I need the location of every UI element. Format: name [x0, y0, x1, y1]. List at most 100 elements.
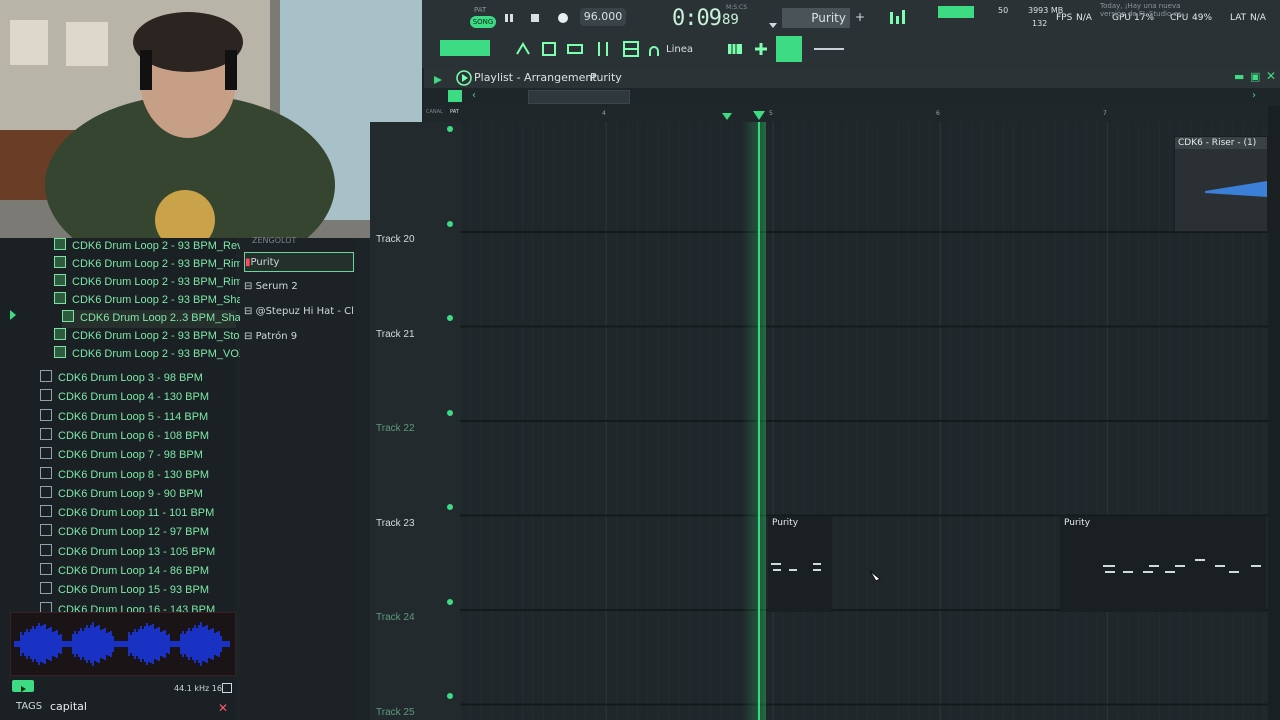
- sample-info-icon[interactable]: [222, 683, 232, 693]
- browser-folder[interactable]: CDK6 Drum Loop 6 - 108 BPM: [40, 427, 210, 446]
- news-line-2[interactable]: versión de FL Studio es...: [1100, 10, 1188, 18]
- track-mute-led[interactable]: [447, 693, 453, 699]
- track-mute-led[interactable]: [447, 126, 453, 132]
- browser-file[interactable]: CDK6 Drum Loop 2 - 93 BPM_Rim 2: [54, 256, 252, 274]
- browser-item-label: CDK6 Drum Loop 8 - 130 BPM: [58, 468, 210, 481]
- track-label[interactable]: Track 22: [376, 423, 415, 434]
- tempo-display[interactable]: 96.000: [580, 8, 626, 26]
- browser-item-label: CDK6 Drum Loop 2 - 93 BPM_Stomp_2: [72, 330, 268, 342]
- stop-button[interactable]: [526, 10, 544, 26]
- master-volume-bar[interactable]: [440, 40, 490, 56]
- master-pitch-slider[interactable]: [814, 48, 844, 50]
- clip-purity-b[interactable]: Purity: [1060, 516, 1266, 612]
- browser-file[interactable]: CDK6 Drum Loop 2 - 93 BPM_VOX: [54, 346, 246, 364]
- tool-2-button[interactable]: [540, 40, 558, 58]
- pattern-selector[interactable]: Purity: [782, 8, 850, 28]
- browser-folder[interactable]: CDK6 Drum Loop 14 - 86 BPM: [40, 563, 209, 581]
- song-mode-toggle[interactable]: SONG: [470, 16, 496, 28]
- track-mute-led[interactable]: [447, 598, 453, 605]
- track-label[interactable]: Track 24: [376, 612, 415, 623]
- timeline-ruler[interactable]: 4 5 6 7: [460, 106, 1268, 123]
- browser-folder[interactable]: CDK6 Drum Loop 8 - 130 BPM: [40, 466, 210, 485]
- news-line-1[interactable]: Today, ¡Hay una nueva: [1100, 2, 1180, 10]
- pattern-picker-icon[interactable]: [448, 90, 462, 102]
- browser-folder[interactable]: CDK6 Drum Loop 3 - 98 BPM: [40, 370, 203, 388]
- browser-folder[interactable]: CDK6 Drum Loop 7 - 98 BPM: [40, 447, 203, 465]
- track-label[interactable]: Track 20: [376, 234, 415, 245]
- magnet-icon[interactable]: [648, 43, 660, 62]
- track-mute-led[interactable]: [447, 220, 453, 227]
- browser-file[interactable]: CDK6 Drum Loop 2 - 93 BPM_Reverb: [54, 238, 258, 256]
- lat-value: N/A: [1250, 13, 1266, 23]
- playlist-options-icon[interactable]: [456, 70, 472, 90]
- sample-preview[interactable]: [10, 612, 236, 676]
- track-label[interactable]: Track 25: [376, 707, 415, 718]
- minimize-icon[interactable]: ▬: [1234, 70, 1244, 83]
- scroll-right-icon[interactable]: ›: [1252, 90, 1256, 101]
- song-time[interactable]: 0:09: [672, 6, 722, 31]
- browser-file[interactable]: CDK6 Drum Loop 2 - 93 BPM_Shaker 2: [54, 292, 267, 310]
- track-label[interactable]: Track 21: [376, 329, 415, 340]
- browser-item-label: CDK6 Drum Loop 6 - 108 BPM: [58, 429, 210, 442]
- close-icon[interactable]: ✕: [218, 701, 228, 715]
- track-label[interactable]: Track 23: [376, 518, 415, 529]
- folder-icon: [40, 408, 52, 421]
- browser-file[interactable]: CDK6 Drum Loop 2 - 93 BPM_Stomp_2: [54, 328, 267, 346]
- track-mute-led[interactable]: [447, 504, 453, 510]
- browser-folder[interactable]: CDK6 Drum Loop 9 - 90 BPM: [40, 485, 203, 504]
- grid-lines: [460, 122, 1268, 720]
- overview-scroll[interactable]: [528, 90, 630, 104]
- clip-riser[interactable]: CDK6 - Riser - (1): [1174, 136, 1268, 232]
- piano-roll-tool-icon: [567, 44, 583, 54]
- rack-item-hihat[interactable]: ⊟ @Stepuz Hi Hat - Classy: [244, 302, 354, 322]
- vertical-scrollbar[interactable]: [1268, 106, 1280, 720]
- pause-button[interactable]: [500, 10, 518, 26]
- browser-file[interactable]: CDK6 Drum Loop 2 - 93 BPM_Rim: [54, 274, 243, 292]
- close-window-icon[interactable]: ✕: [1266, 69, 1276, 83]
- maximize-icon[interactable]: ▣: [1250, 70, 1260, 83]
- add-pattern-icon[interactable]: +: [855, 10, 865, 24]
- browser-file[interactable]: CDK6 Drum Loop 2..3 BPM_Shaker_2: [62, 310, 268, 328]
- piano-button[interactable]: [726, 40, 744, 58]
- browser-folder[interactable]: CDK6 Drum Loop 13 - 105 BPM: [40, 543, 215, 562]
- typing-keyboard-button[interactable]: [776, 36, 802, 62]
- clip-purity-a[interactable]: Purity: [768, 516, 832, 612]
- track-mute-led[interactable]: [447, 315, 453, 321]
- browser-item-label: CDK6 Drum Loop 3 - 98 BPM: [58, 372, 203, 384]
- browser-folder[interactable]: CDK6 Drum Loop 11 - 101 BPM: [40, 505, 214, 523]
- scroll-left-icon[interactable]: ‹: [472, 90, 476, 101]
- ruler-mark-5: 5: [769, 110, 773, 117]
- browser-folder[interactable]: CDK6 Drum Loop 5 - 114 BPM: [40, 408, 208, 427]
- rack-item-purity[interactable]: ▮Purity: [244, 252, 354, 272]
- browser-item-label: CDK6 Drum Loop 9 - 90 BPM: [58, 487, 203, 500]
- snap-selector[interactable]: Linea: [666, 44, 693, 55]
- tags-value[interactable]: capital: [50, 700, 87, 713]
- mixer-step-button[interactable]: [886, 8, 908, 28]
- browser-folder[interactable]: CDK6 Drum Loop 15 - 93 BPM: [40, 582, 209, 600]
- record-button[interactable]: [554, 10, 572, 26]
- playhead-line[interactable]: [758, 122, 760, 720]
- pattern-dropdown-arrow[interactable]: [768, 14, 778, 33]
- browser-folder[interactable]: CDK6 Drum Loop 4 - 130 BPM: [40, 389, 209, 407]
- fps-value: N/A: [1076, 13, 1092, 23]
- rack-item-patron[interactable]: ⊟ Patrón 9: [244, 327, 354, 347]
- preview-play-button[interactable]: [12, 680, 34, 692]
- tool-1-button[interactable]: [514, 40, 532, 58]
- playlist-grid[interactable]: CDK6 - Riser - (1) Purity Purity: [460, 122, 1268, 720]
- rack-item-serum[interactable]: ⊟ Serum 2: [244, 277, 354, 297]
- folder-icon: [40, 505, 52, 518]
- sample-rate: 44.1 kHz 16: [174, 684, 222, 693]
- tool-3-button[interactable]: [566, 40, 584, 58]
- playlist-pattern[interactable]: Purity: [590, 71, 622, 84]
- folder-icon: [40, 466, 52, 479]
- folder-icon: [40, 370, 52, 382]
- pat-mode-label[interactable]: PAT: [474, 6, 486, 14]
- tool-5-button[interactable]: [622, 40, 640, 58]
- tool-4-button[interactable]: [594, 40, 612, 58]
- track-mute-led[interactable]: [447, 409, 453, 416]
- browser-folder[interactable]: CDK6 Drum Loop 12 - 97 BPM: [40, 524, 209, 542]
- add-channel-button[interactable]: [752, 40, 770, 58]
- browser-item-label: CDK6 Drum Loop 2 - 93 BPM_VOX: [72, 348, 247, 360]
- channel-rack-tool-icon: [623, 41, 639, 57]
- chevron-down-icon: [769, 23, 777, 28]
